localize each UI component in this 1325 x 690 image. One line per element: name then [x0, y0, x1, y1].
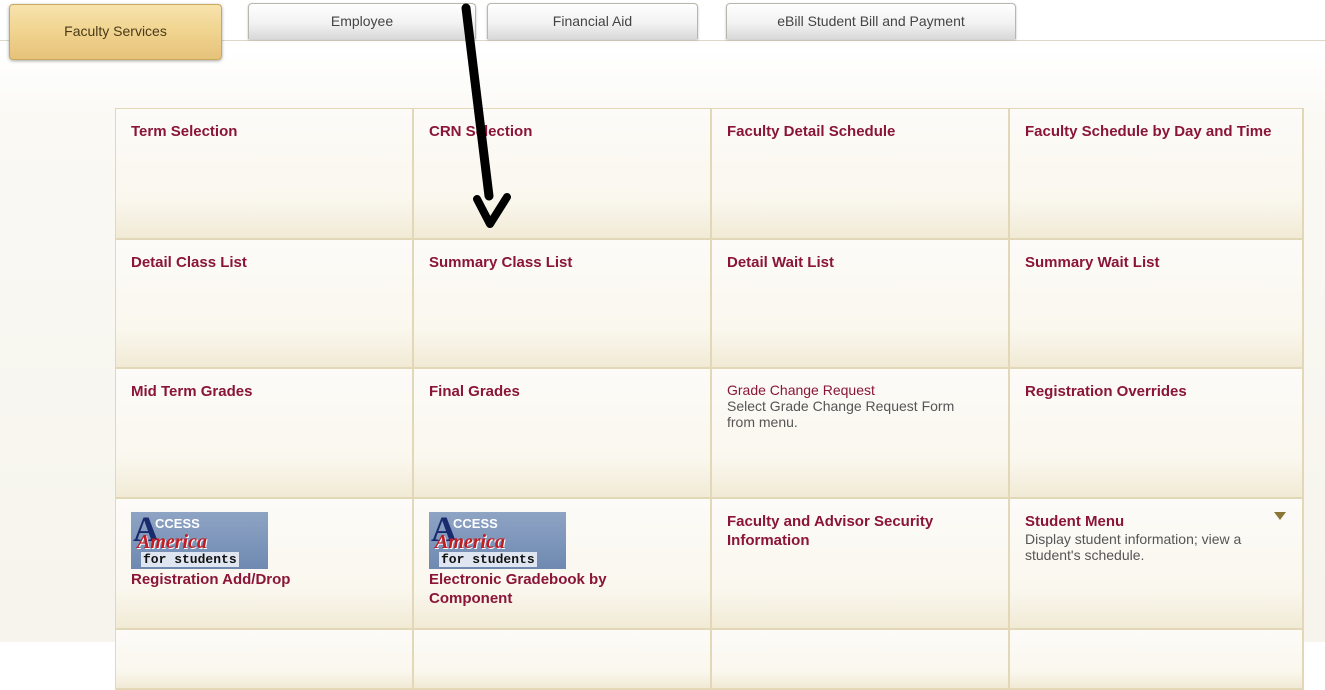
menu-cell: Grade Change Request Select Grade Change…: [712, 369, 1010, 499]
detail-wait-list-link[interactable]: Detail Wait List: [727, 253, 994, 272]
menu-cell: A CCESS America for students Electronic …: [414, 499, 712, 630]
access-america-logo: A CCESS America for students: [429, 512, 566, 569]
menu-cell: Summary Class List: [414, 240, 712, 369]
menu-cell: Term Selection: [116, 109, 414, 240]
menu-cell: Mid Term Grades: [116, 369, 414, 499]
final-grades-link[interactable]: Final Grades: [429, 382, 696, 401]
crn-selection-link[interactable]: CRN Selection: [429, 122, 696, 141]
dropdown-arrow-icon[interactable]: [1274, 512, 1286, 520]
summary-class-list-link[interactable]: Summary Class List: [429, 253, 696, 272]
logo-america-text: America: [137, 531, 207, 553]
menu-cell: Faculty and Advisor Security Information: [712, 499, 1010, 630]
access-america-logo: A CCESS America for students: [131, 512, 268, 569]
logo-students-text: for students: [141, 552, 239, 567]
menu-cell: [116, 630, 414, 690]
logo-access-text: CCESS: [155, 516, 200, 531]
summary-wait-list-link[interactable]: Summary Wait List: [1025, 253, 1288, 272]
menu-cell: [414, 630, 712, 690]
detail-class-list-link[interactable]: Detail Class List: [131, 253, 398, 272]
menu-cell: A CCESS America for students Registratio…: [116, 499, 414, 630]
logo-america-text: America: [435, 531, 505, 553]
menu-cell: Registration Overrides: [1010, 369, 1304, 499]
menu-cell: CRN Selection: [414, 109, 712, 240]
grade-change-request-link[interactable]: Grade Change Request: [727, 382, 994, 398]
tab-employee[interactable]: Employee: [248, 3, 476, 39]
tab-ebill[interactable]: eBill Student Bill and Payment: [726, 3, 1016, 39]
menu-cell: Final Grades: [414, 369, 712, 499]
menu-cell: Detail Class List: [116, 240, 414, 369]
student-menu-link[interactable]: Student Menu: [1025, 512, 1288, 531]
faculty-detail-schedule-link[interactable]: Faculty Detail Schedule: [727, 122, 994, 141]
menu-cell: Faculty Detail Schedule: [712, 109, 1010, 240]
menu-cell: Student Menu Display student information…: [1010, 499, 1304, 630]
logo-access-text: CCESS: [453, 516, 498, 531]
registration-overrides-link[interactable]: Registration Overrides: [1025, 382, 1288, 401]
mid-term-grades-link[interactable]: Mid Term Grades: [131, 382, 398, 401]
tab-financial-aid[interactable]: Financial Aid: [487, 3, 698, 39]
tab-faculty-services[interactable]: Faculty Services: [9, 4, 222, 60]
faculty-schedule-day-time-link[interactable]: Faculty Schedule by Day and Time: [1025, 122, 1288, 141]
grade-change-request-description: Select Grade Change Request Form from me…: [727, 398, 955, 430]
menu-cell: Detail Wait List: [712, 240, 1010, 369]
logo-students-text: for students: [439, 552, 537, 567]
student-menu-description: Display student information; view a stud…: [1025, 531, 1242, 563]
tab-bar: Faculty Services Employee Financial Aid …: [0, 0, 1325, 60]
menu-cell: Faculty Schedule by Day and Time: [1010, 109, 1304, 240]
faculty-services-menu: Term Selection CRN Selection Faculty Det…: [115, 108, 1304, 690]
electronic-gradebook-link[interactable]: Electronic Gradebook by Component: [429, 570, 659, 608]
term-selection-link[interactable]: Term Selection: [131, 122, 398, 141]
faculty-advisor-security-link[interactable]: Faculty and Advisor Security Information: [727, 512, 987, 550]
menu-cell: [1010, 630, 1304, 690]
menu-cell: Summary Wait List: [1010, 240, 1304, 369]
registration-add-drop-link[interactable]: Registration Add/Drop: [131, 570, 398, 589]
menu-cell: [712, 630, 1010, 690]
